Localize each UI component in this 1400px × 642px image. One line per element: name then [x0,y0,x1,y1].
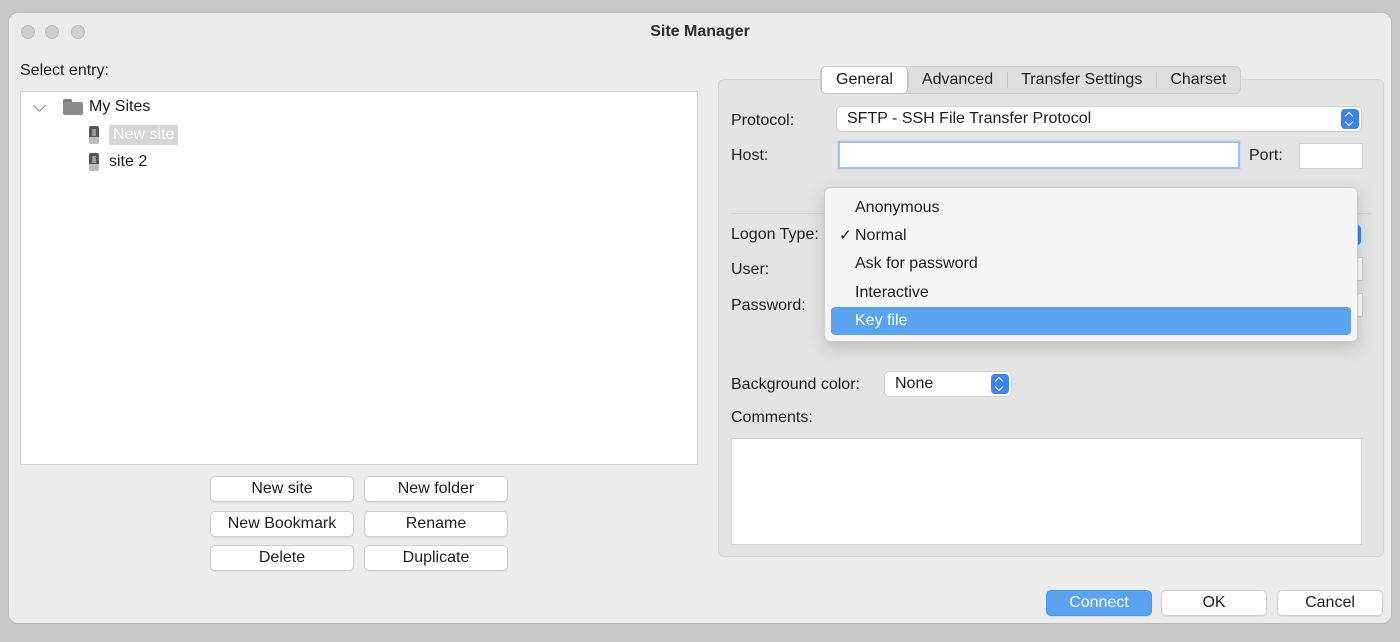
select-entry-label: Select entry: [20,62,109,79]
delete-button[interactable]: Delete [210,545,354,571]
new-site-button[interactable]: New site [210,476,354,502]
ok-button[interactable]: OK [1161,590,1267,616]
tab-advanced[interactable]: Advanced [907,67,1007,93]
chevron-down-icon[interactable] [33,99,46,112]
protocol-select[interactable]: SFTP - SSH File Transfer Protocol [836,106,1362,132]
port-input[interactable] [1299,143,1363,169]
comments-textarea[interactable] [731,438,1362,545]
logon-type-dropdown[interactable]: Anonymous ✓ Normal Ask for password Inte… [824,187,1358,342]
comments-label: Comments: [731,409,813,426]
logon-option-anonymous[interactable]: Anonymous [831,194,1351,222]
background-color-label: Background color: [731,376,860,393]
background-color-value: None [895,375,934,392]
tree-item-new-site[interactable]: New site [89,123,179,147]
server-icon [89,126,99,144]
select-stepper-icon [1341,109,1359,129]
connect-button[interactable]: Connect [1046,590,1152,616]
tree-item-label: My Sites [89,98,151,115]
logon-option-ask-for-password[interactable]: Ask for password [831,250,1351,278]
user-label: User: [731,261,770,278]
server-icon [89,153,99,171]
tree-item-label: New site [109,125,179,145]
rename-button[interactable]: Rename [364,511,508,537]
host-input[interactable] [838,141,1240,169]
title-bar: Site Manager [9,13,1391,51]
tree-item-label: site 2 [109,153,148,170]
option-label: Key file [855,312,908,329]
window-title: Site Manager [650,23,750,40]
option-label: Interactive [855,284,929,301]
port-label: Port: [1249,147,1283,164]
new-folder-button[interactable]: New folder [364,476,508,502]
tab-transfer-settings[interactable]: Transfer Settings [1007,67,1156,93]
logon-option-interactive[interactable]: Interactive [831,279,1351,307]
site-tree[interactable]: My Sites New site site 2 [20,91,698,465]
protocol-label: Protocol: [731,112,795,129]
password-label: Password: [731,297,806,314]
tree-item-my-sites[interactable]: My Sites [63,95,150,119]
site-manager-window: Site Manager Select entry: My Sites New … [8,12,1392,624]
new-bookmark-button[interactable]: New Bookmark [210,511,354,537]
logon-option-key-file[interactable]: Key file [831,307,1351,335]
checkmark-icon: ✓ [839,227,852,244]
tree-item-site-2[interactable]: site 2 [89,150,147,174]
tab-charset[interactable]: Charset [1156,67,1240,93]
logon-type-label: Logon Type: [731,226,819,243]
folder-icon [63,99,83,115]
background-color-select[interactable]: None [884,371,1012,397]
option-label: Normal [855,227,907,244]
logon-option-normal[interactable]: ✓ Normal [831,222,1351,250]
protocol-value: SFTP - SSH File Transfer Protocol [847,110,1092,127]
tab-bar: General Advanced Transfer Settings Chars… [820,66,1242,94]
select-stepper-icon [991,374,1009,394]
option-label: Ask for password [855,255,978,272]
option-label: Anonymous [855,199,940,216]
cancel-button[interactable]: Cancel [1277,590,1383,616]
duplicate-button[interactable]: Duplicate [364,545,508,571]
host-label: Host: [731,147,769,164]
tab-general[interactable]: General [821,66,908,94]
